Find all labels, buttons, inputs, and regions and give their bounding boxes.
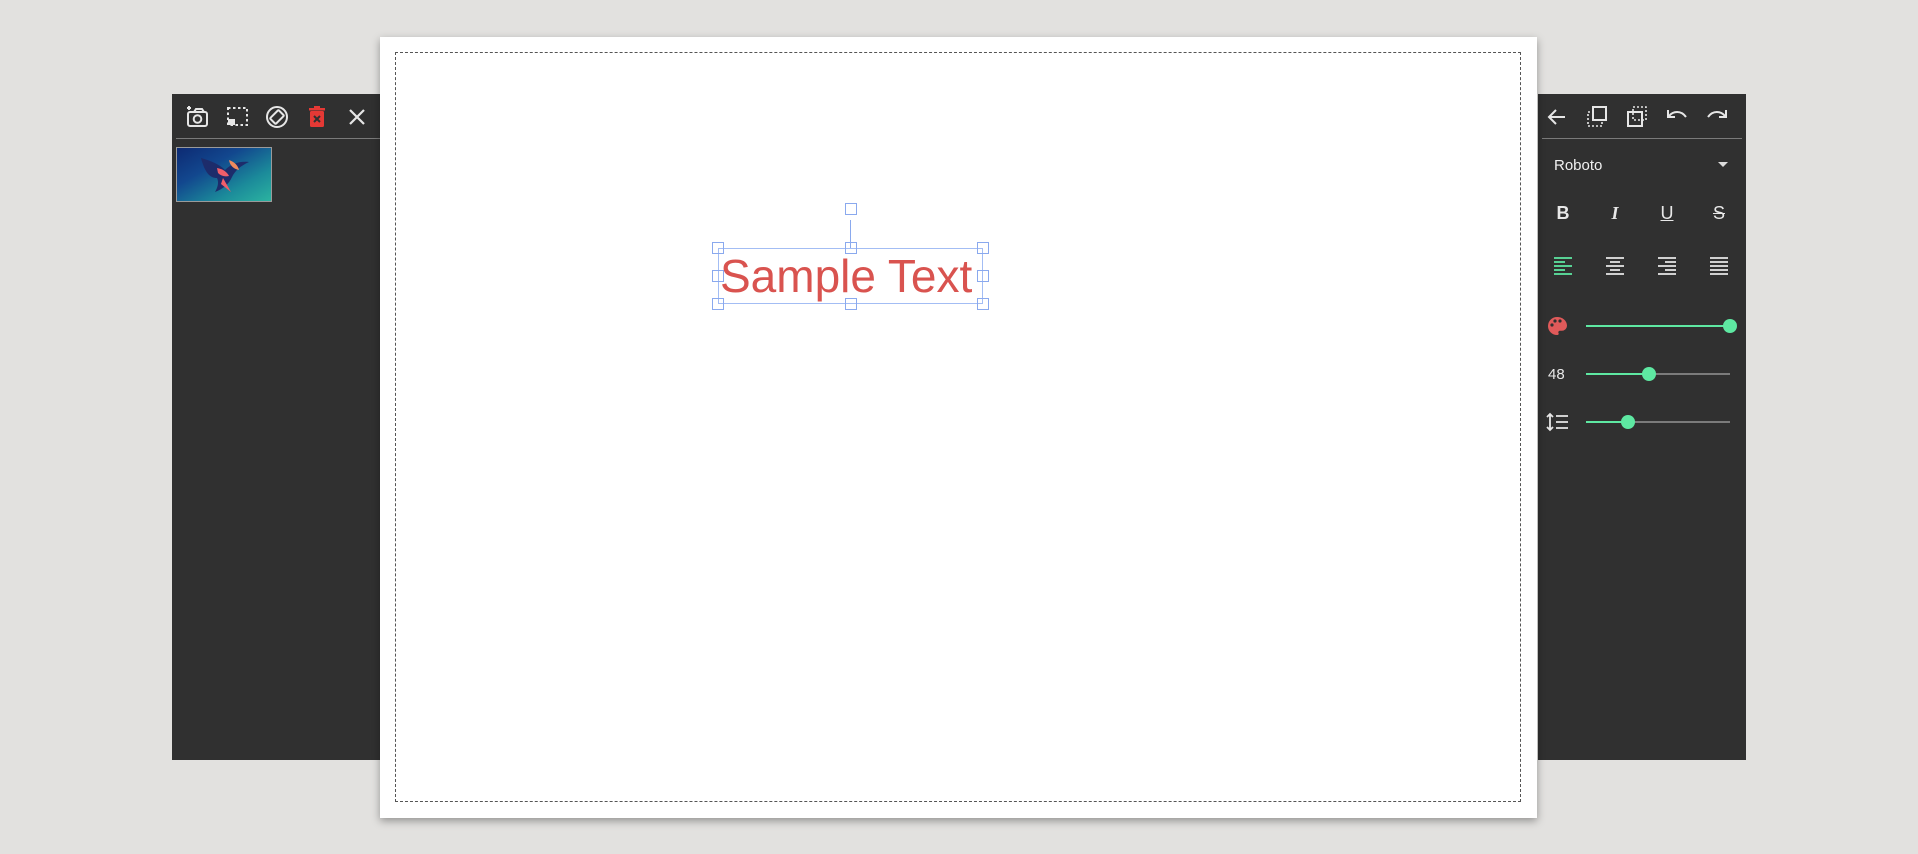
add-photo-button[interactable] xyxy=(182,102,212,132)
rotate-icon xyxy=(266,106,288,128)
back-button[interactable] xyxy=(1542,102,1572,132)
color-slider[interactable] xyxy=(1586,319,1737,333)
font-size-slider[interactable] xyxy=(1586,367,1730,381)
rotation-handle[interactable] xyxy=(845,203,857,215)
line-height-icon xyxy=(1546,412,1568,432)
font-size-value: 48 xyxy=(1548,366,1565,383)
close-button[interactable] xyxy=(342,102,372,132)
font-family-value: Roboto xyxy=(1554,157,1603,174)
font-family-dropdown[interactable]: Roboto xyxy=(1552,150,1732,180)
right-panel: Roboto B I U S 48 xyxy=(1538,94,1746,760)
arrow-left-icon xyxy=(1547,109,1565,125)
line-height-slider[interactable] xyxy=(1586,415,1730,429)
left-toolbar xyxy=(176,94,380,139)
resize-handle-right[interactable] xyxy=(977,270,989,282)
line-height-slider-knob[interactable] xyxy=(1620,415,1635,429)
color-slider-fill xyxy=(1586,325,1730,327)
align-right-icon xyxy=(1658,257,1676,275)
underline-button[interactable]: U xyxy=(1652,198,1682,228)
redo-icon xyxy=(1707,110,1727,118)
palette-icon xyxy=(1548,317,1567,335)
align-right-button[interactable] xyxy=(1652,250,1682,280)
bring-forward-icon xyxy=(1587,106,1607,127)
align-center-icon xyxy=(1606,257,1624,275)
canvas-text: Sample Text xyxy=(720,250,973,302)
align-center-button[interactable] xyxy=(1600,250,1630,280)
resize-handle-bottom-right[interactable] xyxy=(977,298,989,310)
undo-icon xyxy=(1667,110,1687,118)
color-slider-row xyxy=(1538,312,1746,340)
bird-artwork-thumbnail xyxy=(201,158,249,192)
text-object[interactable]: Sample Text xyxy=(712,203,989,310)
line-height-slider-row xyxy=(1538,408,1746,436)
left-panel xyxy=(172,94,384,760)
trash-icon xyxy=(309,106,325,127)
align-left-icon xyxy=(1554,257,1572,275)
font-size-slider-row: 48 xyxy=(1538,360,1746,388)
align-justify-button[interactable] xyxy=(1704,250,1734,280)
delete-button[interactable] xyxy=(302,102,332,132)
redo-button[interactable] xyxy=(1702,102,1732,132)
canvas-area[interactable]: Sample Text xyxy=(395,52,1521,802)
send-backward-icon xyxy=(1627,106,1647,127)
rotate-button[interactable] xyxy=(262,102,292,132)
color-slider-knob[interactable] xyxy=(1723,319,1737,333)
font-size-slider-fill xyxy=(1586,373,1650,375)
select-area-button[interactable] xyxy=(222,102,252,132)
undo-button[interactable] xyxy=(1662,102,1692,132)
font-size-slider-knob[interactable] xyxy=(1642,367,1657,381)
right-toolbar xyxy=(1542,94,1742,139)
chevron-down-icon xyxy=(1718,162,1728,167)
close-icon xyxy=(349,109,365,125)
image-thumbnail[interactable] xyxy=(176,147,272,202)
strikethrough-button[interactable]: S xyxy=(1704,198,1734,228)
italic-button[interactable]: I xyxy=(1600,198,1630,228)
bold-button[interactable]: B xyxy=(1548,198,1578,228)
send-backward-button[interactable] xyxy=(1622,102,1652,132)
camera-plus-icon xyxy=(187,106,208,127)
align-left-button[interactable] xyxy=(1548,250,1578,280)
resize-handle-top-right[interactable] xyxy=(977,242,989,254)
dashed-select-icon xyxy=(227,107,248,126)
align-justify-icon xyxy=(1710,257,1728,275)
canvas-card: Sample Text xyxy=(380,37,1537,818)
bring-forward-button[interactable] xyxy=(1582,102,1612,132)
